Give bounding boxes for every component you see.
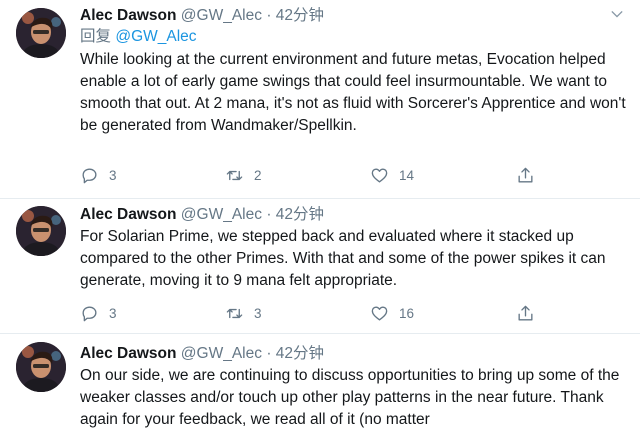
avatar-image [16, 206, 66, 256]
author-name[interactable]: Alec Dawson [80, 345, 176, 362]
author-handle[interactable]: @GW_Alec [181, 206, 262, 223]
avatar[interactable] [16, 8, 66, 58]
avatar[interactable] [16, 206, 66, 256]
tweet[interactable]: Alec Dawson @GW_Alec · 42分钟 On our side,… [0, 334, 640, 432]
avatar-image [16, 8, 66, 58]
comment-bubble-icon [82, 167, 97, 183]
avatar-image [16, 342, 66, 392]
author-handle[interactable]: @GW_Alec [181, 7, 262, 24]
reply-count: 3 [109, 167, 117, 183]
like-button[interactable]: 14 [370, 165, 414, 185]
tweet-content: Alec Dawson @GW_Alec · 42分钟 On our side,… [80, 344, 626, 431]
tweet-actions: 3 2 14 [80, 165, 560, 185]
tweet-header: Alec Dawson @GW_Alec · 42分钟 [80, 205, 626, 225]
share-button[interactable] [516, 303, 535, 323]
reply-count: 3 [109, 305, 117, 321]
author-name[interactable]: Alec Dawson [80, 7, 176, 24]
tweet-thread: Alec Dawson @GW_Alec · 42分钟 回复 @GW_Alec … [0, 0, 640, 432]
tweet-text: On our side, we are continuing to discus… [80, 367, 620, 428]
tweet-content: Alec Dawson @GW_Alec · 42分钟 回复 @GW_Alec … [80, 6, 626, 137]
reply-prefix: 回复 [80, 28, 112, 45]
like-count: 16 [399, 305, 415, 321]
retweet-button[interactable]: 3 [225, 303, 262, 323]
tweet-text: While looking at the current environment… [80, 51, 626, 134]
retweet-count: 2 [254, 167, 262, 183]
author-handle[interactable]: @GW_Alec [181, 345, 262, 362]
avatar[interactable] [16, 342, 66, 392]
retweet-button[interactable]: 2 [225, 165, 262, 185]
retweet-arrows-icon [226, 308, 243, 318]
like-count: 14 [399, 167, 415, 183]
separator: · [266, 206, 272, 223]
reply-button[interactable]: 3 [80, 303, 117, 323]
tweet-content: Alec Dawson @GW_Alec · 42分钟 For Solarian… [80, 205, 626, 292]
timestamp[interactable]: 42分钟 [276, 7, 324, 24]
tweet-header: Alec Dawson @GW_Alec · 42分钟 [80, 6, 626, 26]
timestamp[interactable]: 42分钟 [276, 345, 324, 362]
heart-icon [371, 167, 388, 183]
tweet[interactable]: Alec Dawson @GW_Alec · 42分钟 For Solarian… [0, 199, 640, 334]
chevron-down-icon[interactable] [608, 8, 626, 22]
retweet-count: 3 [254, 305, 262, 321]
reply-button[interactable]: 3 [80, 165, 117, 185]
reply-mention-link[interactable]: @GW_Alec [115, 28, 196, 45]
author-name[interactable]: Alec Dawson [80, 206, 176, 223]
share-button[interactable] [516, 165, 535, 185]
share-upload-icon [518, 167, 533, 183]
like-button[interactable]: 16 [370, 303, 414, 323]
comment-bubble-icon [82, 305, 97, 321]
separator: · [266, 345, 272, 362]
separator: · [266, 7, 272, 24]
tweet[interactable]: Alec Dawson @GW_Alec · 42分钟 回复 @GW_Alec … [0, 0, 640, 199]
share-upload-icon [518, 305, 533, 321]
chevron-down-icon-glyph [611, 10, 623, 18]
retweet-arrows-icon [226, 170, 243, 180]
timestamp[interactable]: 42分钟 [276, 206, 324, 223]
tweet-header: Alec Dawson @GW_Alec · 42分钟 [80, 344, 626, 364]
tweet-actions: 3 3 16 [80, 303, 560, 323]
tweet-text: For Solarian Prime, we stepped back and … [80, 228, 606, 289]
replying-to: 回复 @GW_Alec [80, 26, 626, 48]
heart-icon [371, 305, 388, 321]
